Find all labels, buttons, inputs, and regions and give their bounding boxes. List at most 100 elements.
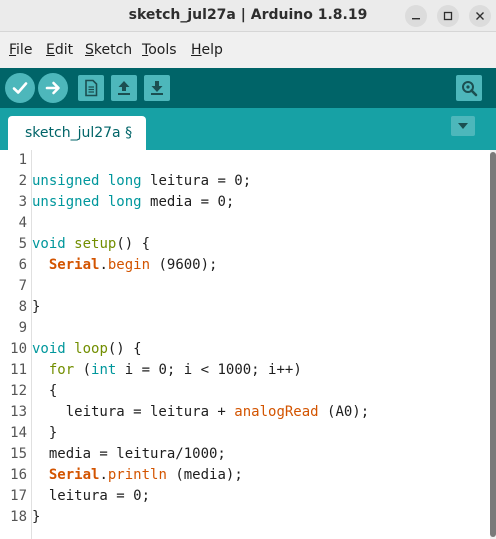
code-line[interactable]: 12 {	[0, 381, 490, 402]
code-line[interactable]: 3 unsigned long media = 0;	[0, 192, 490, 213]
code-token: Serial	[48, 467, 100, 483]
new-icon	[85, 79, 98, 97]
line-source[interactable]: for (int i = 0; i < 1000; i++)	[32, 360, 302, 381]
line-number: 13	[10, 404, 27, 420]
line-number: 11	[10, 362, 27, 378]
code-line[interactable]: 16 Serial.println (media);	[0, 465, 490, 486]
line-number: 8	[18, 299, 27, 315]
line-source[interactable]: }	[32, 507, 40, 528]
code-token: .	[99, 257, 108, 273]
vertical-scrollbar[interactable]	[490, 150, 496, 539]
save-button[interactable]	[144, 75, 170, 101]
line-source[interactable]: {	[32, 381, 57, 402]
code-line[interactable]: 1	[0, 150, 490, 171]
close-button[interactable]	[469, 5, 491, 27]
line-source[interactable]: leitura = 0;	[32, 486, 150, 507]
line-number: 7	[18, 278, 27, 294]
minimize-button[interactable]	[405, 5, 427, 27]
code-line[interactable]: 8}	[0, 297, 490, 318]
line-source[interactable]: }	[32, 423, 57, 444]
menu-edit[interactable]: Edit	[46, 42, 73, 58]
code-line[interactable]: 14 }	[0, 423, 490, 444]
code-token: long	[107, 194, 142, 210]
line-number: 12	[10, 383, 27, 399]
line-source[interactable]: Serial.println (media);	[32, 465, 243, 486]
code-token: media = leitura/1000;	[32, 446, 226, 462]
toolbar	[0, 68, 496, 108]
line-source[interactable]: media = leitura/1000;	[32, 444, 226, 465]
line-source[interactable]: void loop() {	[32, 339, 142, 360]
serial-monitor-button[interactable]	[456, 75, 482, 101]
line-number: 15	[10, 446, 27, 462]
open-button[interactable]	[111, 75, 137, 101]
line-source[interactable]: }	[32, 297, 40, 318]
code-line[interactable]: 6 Serial.begin (9600);	[0, 255, 490, 276]
code-token: .	[99, 467, 108, 483]
code-line[interactable]: 10 void loop() {	[0, 339, 490, 360]
code-token: int	[91, 362, 117, 378]
code-token: Serial	[48, 257, 100, 273]
code-token: (	[74, 362, 92, 378]
line-source[interactable]: leitura = leitura + analogRead (A0);	[32, 402, 369, 423]
code-token: loop	[74, 341, 108, 357]
code-token: (A0);	[318, 404, 370, 420]
tab-bar: sketch_jul27a §	[0, 108, 496, 150]
minimize-icon	[412, 18, 420, 20]
new-button[interactable]	[78, 75, 104, 101]
code-token: }	[32, 425, 58, 441]
code-line[interactable]: 18}	[0, 507, 490, 528]
chevron-down-icon	[458, 123, 468, 129]
line-number: 1	[18, 152, 27, 168]
code-line[interactable]: 9	[0, 318, 490, 339]
menu-file[interactable]: File	[9, 42, 32, 58]
tab-sketch[interactable]: sketch_jul27a §	[8, 116, 146, 150]
code-token: setup	[74, 236, 117, 252]
code-line[interactable]: 15 media = leitura/1000;	[0, 444, 490, 465]
code-token: unsigned	[32, 194, 100, 210]
line-source[interactable]: unsigned long leitura = 0;	[32, 171, 251, 192]
line-source[interactable]: unsigned long media = 0;	[32, 192, 234, 213]
menu-sketch[interactable]: Sketch	[85, 42, 132, 58]
code-line[interactable]: 2 unsigned long leitura = 0;	[0, 171, 490, 192]
code-editor[interactable]: 1 2 unsigned long leitura = 0; 3 unsigned lo…	[0, 150, 496, 539]
open-icon	[118, 81, 130, 95]
tab-menu-button[interactable]	[451, 116, 475, 136]
code-token: long	[107, 173, 142, 189]
code-line[interactable]: 13 leitura = leitura + analogRead (A0);	[0, 402, 490, 423]
menu-tools[interactable]: Tools	[142, 42, 177, 58]
maximize-button[interactable]	[437, 5, 459, 27]
code-token: i = 0; i < 1000; i++)	[116, 362, 302, 378]
line-number: 3	[18, 194, 27, 210]
menu-help[interactable]: Help	[191, 42, 223, 58]
line-source[interactable]: void setup() {	[32, 234, 150, 255]
code-token: () {	[116, 236, 151, 252]
code-token: leitura = 0;	[32, 488, 151, 504]
line-number: 2	[18, 173, 27, 189]
scrollbar-thumb[interactable]	[490, 152, 496, 537]
code-line[interactable]: 7	[0, 276, 490, 297]
line-number: 17	[10, 488, 27, 504]
code-token: () {	[107, 341, 142, 357]
code-line[interactable]: 5 void setup() {	[0, 234, 490, 255]
verify-icon	[12, 82, 28, 94]
close-icon	[476, 12, 484, 20]
code-line[interactable]: 4	[0, 213, 490, 234]
code-token: }	[32, 299, 41, 315]
maximize-icon	[443, 11, 453, 21]
line-number: 16	[10, 467, 27, 483]
code-line[interactable]: 17 leitura = 0;	[0, 486, 490, 507]
code-token: }	[32, 509, 41, 525]
code-line[interactable]: 11 for (int i = 0; i < 1000; i++)	[0, 360, 490, 381]
upload-button[interactable]	[38, 73, 68, 103]
line-source[interactable]: Serial.begin (9600);	[32, 255, 218, 276]
line-number: 9	[18, 320, 27, 336]
line-number: 18	[10, 509, 27, 525]
line-number: 5	[18, 236, 27, 252]
verify-button[interactable]	[5, 73, 35, 103]
